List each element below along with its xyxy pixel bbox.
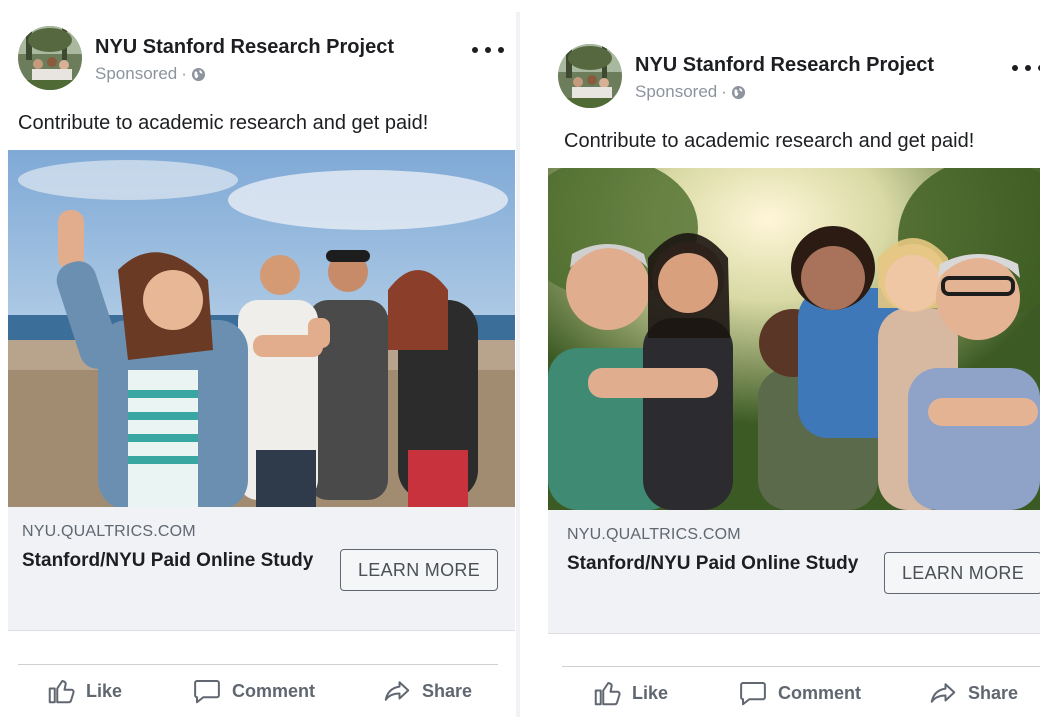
ad-image[interactable] (548, 168, 1040, 510)
sponsored-label[interactable]: Sponsored (635, 82, 717, 102)
sponsored-post-young-adults: NYU Stanford Research Project Sponsored … (8, 24, 515, 717)
post-actions: Like Comment Share (18, 668, 498, 714)
post-text: Contribute to academic research and get … (564, 130, 975, 152)
link-preview[interactable]: NYU.QUALTRICS.COM Stanford/NYU Paid Onli… (8, 507, 515, 631)
like-button[interactable]: Like (46, 676, 122, 706)
page-name[interactable]: NYU Stanford Research Project (95, 36, 394, 59)
comment-button[interactable]: Comment (738, 678, 861, 708)
meta-separator: · (721, 82, 727, 101)
actions-divider (562, 666, 1040, 667)
globe-icon (731, 85, 745, 99)
post-header: NYU Stanford Research Project Sponsored … (558, 44, 1040, 110)
link-title[interactable]: Stanford/NYU Paid Online Study (567, 550, 867, 578)
post-meta: Sponsored · (635, 82, 746, 102)
comment-icon (194, 680, 220, 704)
comment-button[interactable]: Comment (192, 676, 315, 706)
actions-divider (18, 664, 498, 665)
comment-label: Comment (232, 680, 316, 701)
share-icon (930, 683, 956, 703)
more-options-icon[interactable] (472, 40, 504, 60)
feed-divider (516, 12, 520, 717)
learn-more-button[interactable]: LEARN MORE (884, 552, 1040, 594)
comment-icon (740, 682, 766, 706)
page-avatar[interactable] (18, 26, 82, 90)
link-title[interactable]: Stanford/NYU Paid Online Study (22, 547, 322, 575)
learn-more-button[interactable]: LEARN MORE (340, 549, 498, 591)
comment-label: Comment (778, 682, 862, 703)
post-text: Contribute to academic research and get … (18, 112, 429, 134)
share-label: Share (968, 682, 1019, 703)
sponsored-post-older-adults: NYU Stanford Research Project Sponsored … (548, 42, 1040, 717)
post-header: NYU Stanford Research Project Sponsored … (18, 26, 515, 92)
sponsored-label[interactable]: Sponsored (95, 64, 177, 84)
globe-icon (191, 67, 205, 81)
page-avatar[interactable] (558, 44, 622, 108)
meta-separator: · (181, 64, 187, 83)
share-button[interactable]: Share (928, 678, 1018, 708)
like-label: Like (86, 680, 123, 701)
post-actions: Like Comment Share (562, 670, 1040, 716)
page-name[interactable]: NYU Stanford Research Project (635, 54, 934, 77)
ad-image[interactable] (8, 150, 515, 507)
more-options-icon[interactable] (1012, 58, 1040, 78)
like-icon (594, 682, 621, 706)
share-button[interactable]: Share (382, 676, 472, 706)
like-button[interactable]: Like (592, 678, 668, 708)
share-label: Share (422, 680, 473, 701)
share-icon (384, 681, 410, 701)
link-preview[interactable]: NYU.QUALTRICS.COM Stanford/NYU Paid Onli… (548, 510, 1040, 634)
post-meta: Sponsored · (95, 64, 206, 84)
like-icon (48, 680, 75, 704)
link-domain: NYU.QUALTRICS.COM (567, 526, 741, 543)
link-domain: NYU.QUALTRICS.COM (22, 523, 196, 540)
like-label: Like (632, 682, 669, 703)
